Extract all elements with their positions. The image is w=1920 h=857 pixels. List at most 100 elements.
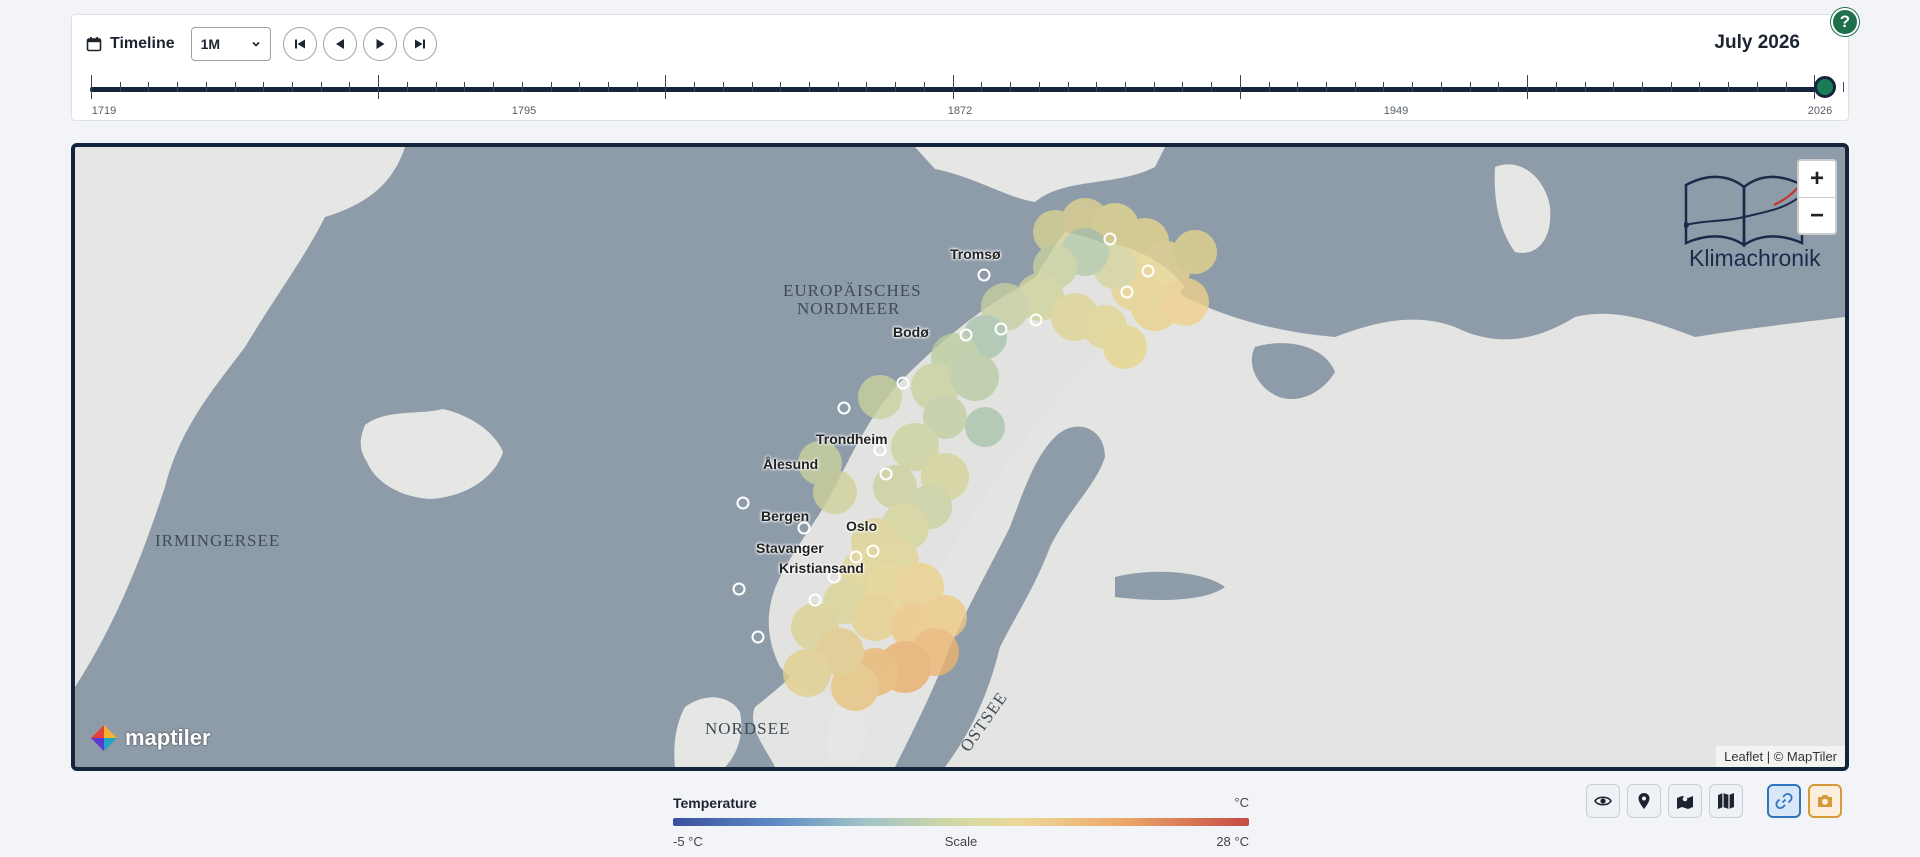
timeline-minor-tick bbox=[895, 82, 897, 92]
station-marker bbox=[732, 582, 746, 596]
station-marker bbox=[797, 521, 811, 535]
timeline-minor-tick bbox=[1469, 82, 1471, 92]
timeline-minor-tick bbox=[234, 82, 236, 92]
city-label-tromso: Tromsø bbox=[950, 246, 1001, 262]
legend-title: Temperature bbox=[673, 795, 757, 811]
timeline-label: 2026 bbox=[1807, 105, 1833, 117]
timeline-minor-tick bbox=[493, 82, 495, 92]
timeline-minor-tick bbox=[579, 82, 581, 92]
stations-button[interactable] bbox=[1627, 784, 1661, 818]
timeline-minor-tick bbox=[263, 82, 265, 92]
legend-max: 28 °C bbox=[1216, 834, 1249, 849]
timeline-minor-tick bbox=[1182, 82, 1184, 92]
screenshot-button[interactable] bbox=[1808, 784, 1842, 818]
timeline-minor-tick bbox=[464, 82, 466, 92]
skip-end-icon bbox=[414, 39, 425, 49]
timeline-minor-tick bbox=[636, 82, 638, 92]
timeline-minor-tick bbox=[809, 82, 811, 92]
timeline-handle[interactable] bbox=[1814, 76, 1836, 98]
timeline-major-tick bbox=[952, 75, 954, 99]
visibility-button[interactable] bbox=[1586, 784, 1620, 818]
timeline-minor-tick bbox=[1153, 82, 1155, 92]
maptiler-icon bbox=[91, 725, 117, 751]
timeline-minor-tick bbox=[1728, 82, 1730, 92]
map-attribution[interactable]: Leaflet | © MapTiler bbox=[1716, 746, 1845, 767]
city-label-alesund: Ålesund bbox=[763, 456, 819, 472]
timeline-minor-tick bbox=[1641, 82, 1643, 92]
map-view[interactable]: Europäisches Nordmeer Irmingersee Nordse… bbox=[71, 143, 1849, 771]
map-icon bbox=[1718, 793, 1734, 809]
station-marker bbox=[977, 268, 991, 282]
zoom-out-button[interactable]: − bbox=[1799, 197, 1835, 233]
sea-label-nordmeer: Nordmeer bbox=[797, 299, 901, 318]
maptiler-logo[interactable]: maptiler bbox=[89, 723, 211, 753]
timeline-major-tick bbox=[1527, 75, 1529, 99]
timeline-minor-tick bbox=[1354, 82, 1356, 92]
camera-icon bbox=[1818, 795, 1832, 807]
timeline-minor-tick bbox=[1613, 82, 1615, 92]
land-novaya-zemlya bbox=[1494, 164, 1551, 253]
maptiler-text: maptiler bbox=[125, 725, 211, 750]
city-label-bodo: Bodø bbox=[893, 324, 929, 340]
skip-start-icon bbox=[294, 39, 305, 49]
timeline-minor-tick bbox=[1124, 82, 1126, 92]
timeline-minor-tick bbox=[837, 82, 839, 92]
timeline-minor-tick bbox=[1699, 82, 1701, 92]
timeline-minor-tick bbox=[1670, 82, 1672, 92]
legend-scale-label: Scale bbox=[944, 834, 978, 849]
legend-unit: °C bbox=[1234, 795, 1249, 810]
sea-label-nordmeer: Europäisches bbox=[783, 281, 922, 300]
first-button[interactable] bbox=[282, 27, 317, 61]
timeline-minor-tick bbox=[406, 82, 408, 92]
timeline-minor-tick bbox=[205, 82, 207, 92]
timeline-minor-tick bbox=[1843, 82, 1844, 92]
previous-button[interactable] bbox=[322, 27, 357, 61]
logo-text: Klimachronik bbox=[1689, 245, 1821, 271]
timeline-minor-tick bbox=[1584, 82, 1586, 92]
resolution-value: 1M bbox=[200, 36, 221, 52]
calendar-icon bbox=[86, 37, 102, 52]
timeline-minor-tick bbox=[1326, 82, 1328, 92]
timeline-label: 1795 bbox=[511, 105, 537, 117]
link-button[interactable] bbox=[1767, 784, 1801, 818]
timeline-label: 1949 bbox=[1383, 105, 1409, 117]
play-icon bbox=[376, 39, 385, 49]
timeline-minor-tick bbox=[148, 82, 150, 92]
timeline-minor-tick bbox=[1096, 82, 1098, 92]
timeline-minor-tick bbox=[1038, 82, 1040, 92]
timeline-label: 1872 bbox=[947, 105, 973, 117]
current-date: July 2026 bbox=[1714, 32, 1800, 53]
station-marker bbox=[751, 630, 765, 644]
basemap-button[interactable] bbox=[1709, 784, 1743, 818]
timeline-minor-tick bbox=[177, 82, 179, 92]
help-button[interactable]: ? bbox=[1831, 8, 1859, 36]
city-label-bergen: Bergen bbox=[761, 508, 810, 524]
sea-label-nordsee: Nordsee bbox=[705, 719, 791, 738]
map-canvas bbox=[75, 147, 1845, 767]
resolution-select[interactable]: 1M bbox=[190, 27, 271, 61]
timeline-minor-tick bbox=[923, 82, 925, 92]
timeline-minor-tick bbox=[607, 82, 609, 92]
timeline-minor-tick bbox=[1440, 82, 1442, 92]
eye-icon bbox=[1594, 796, 1612, 806]
timeline-minor-tick bbox=[1498, 82, 1500, 92]
layers-button[interactable] bbox=[1668, 784, 1702, 818]
timeline-minor-tick bbox=[780, 82, 782, 92]
temperature-legend: Temperature °C -5 °C Scale 28 °C bbox=[673, 795, 1249, 849]
timeline-minor-tick bbox=[119, 82, 121, 92]
timeline-minor-tick bbox=[1756, 82, 1758, 92]
timeline-minor-tick bbox=[1211, 82, 1213, 92]
zoom-control: + − bbox=[1797, 159, 1837, 235]
last-button[interactable] bbox=[402, 27, 437, 61]
legend-color-bar bbox=[673, 818, 1249, 826]
city-label-stavanger: Stavanger bbox=[756, 540, 824, 556]
timeline-minor-tick bbox=[292, 82, 294, 92]
timeline-panel: Timeline 1M July 2026 1719 1795 1872 194… bbox=[71, 14, 1849, 121]
timeline-minor-tick bbox=[751, 82, 753, 92]
timeline-label: 1719 bbox=[91, 105, 117, 117]
timeline-minor-tick bbox=[866, 82, 868, 92]
zoom-in-button[interactable]: + bbox=[1799, 161, 1835, 197]
play-button[interactable] bbox=[362, 27, 397, 61]
timeline-minor-tick bbox=[1067, 82, 1069, 92]
station-marker bbox=[736, 496, 750, 510]
